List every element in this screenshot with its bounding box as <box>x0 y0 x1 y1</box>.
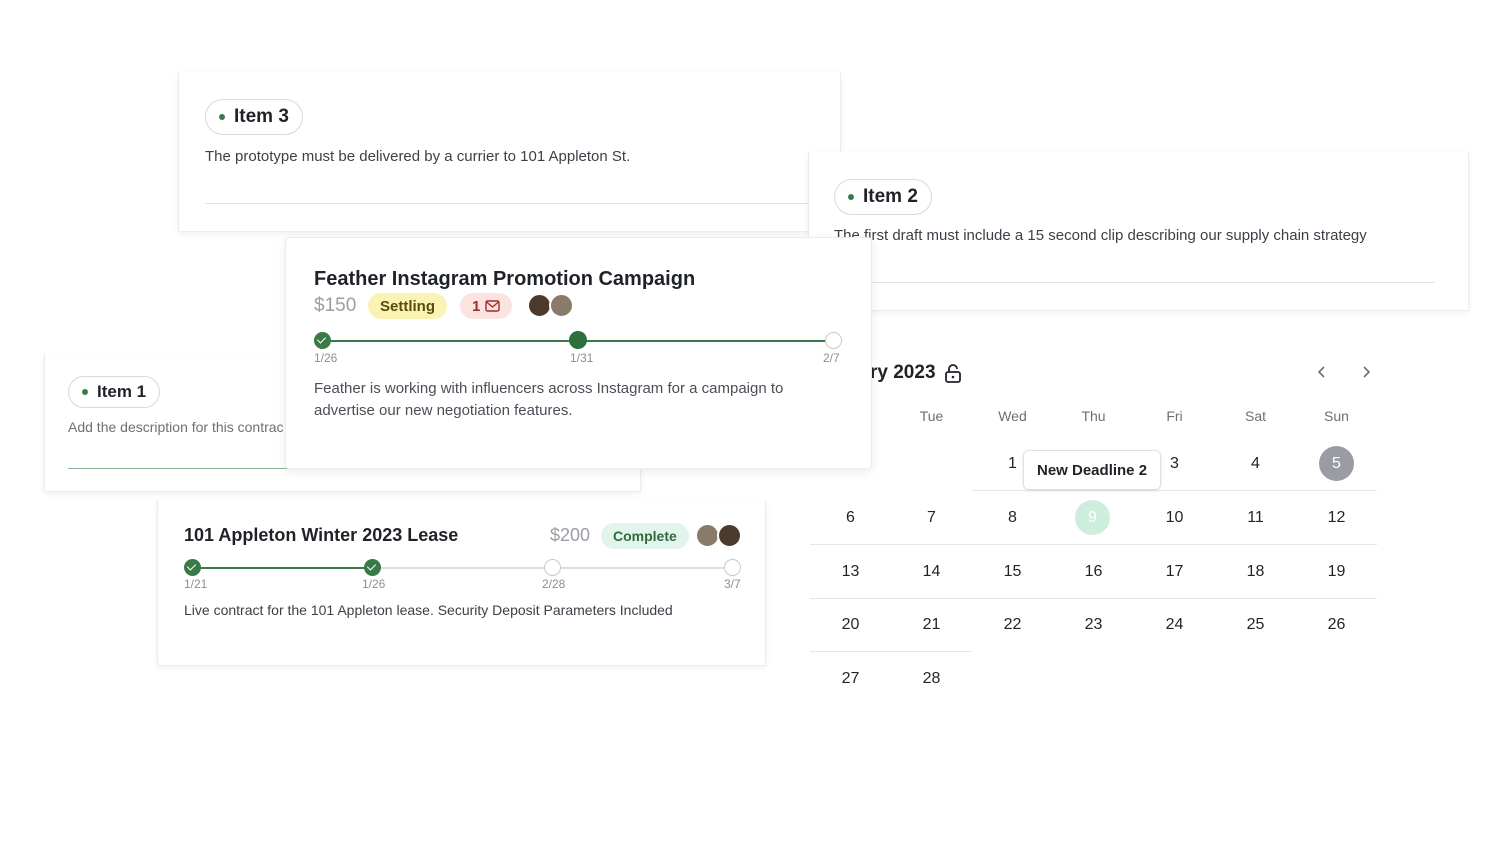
item-1-pill[interactable]: Item 1 <box>68 376 161 408</box>
calendar-day[interactable]: 19 <box>1296 563 1377 581</box>
lease-description: Live contract for the 101 Appleton lease… <box>184 602 673 618</box>
calendar-day[interactable]: 16 <box>1053 563 1134 581</box>
calendar-day[interactable]: 24 <box>1134 616 1215 634</box>
calendar-row-divider <box>972 490 1377 491</box>
campaign-title: Feather Instagram Promotion Campaign <box>314 268 696 290</box>
status-dot-icon <box>82 389 88 395</box>
item-1-input-underline <box>68 468 298 469</box>
milestone-done-icon[interactable] <box>314 332 331 349</box>
item-3-pill[interactable]: Item 3 <box>205 99 303 135</box>
item-2-description[interactable]: The first draft must include a 15 second… <box>834 227 1367 244</box>
status-dot-icon <box>219 114 225 120</box>
calendar-day[interactable]: 27 <box>810 670 891 688</box>
calendar-day[interactable]: 15 <box>972 563 1053 581</box>
calendar: ry 2023 Tue Wed Thu Fri Sat Sun 1 3 4 5 … <box>810 345 1380 705</box>
avatar[interactable] <box>717 523 742 548</box>
calendar-day[interactable]: 12 <box>1296 509 1377 527</box>
calendar-day[interactable]: 6 <box>810 509 891 527</box>
lease-progress-done <box>192 567 372 569</box>
calendar-day[interactable]: 4 <box>1215 455 1296 473</box>
calendar-day[interactable]: 11 <box>1215 509 1296 527</box>
item-3-label: Item 3 <box>234 106 289 127</box>
weekday-tue: Tue <box>919 408 944 424</box>
item-2-card: Item 2 The first draft must include a 15… <box>808 152 1469 311</box>
campaign-card[interactable]: Feather Instagram Promotion Campaign $15… <box>285 237 872 469</box>
deadline-tooltip: New Deadline 2 <box>1023 450 1162 490</box>
milestone-done-icon[interactable] <box>184 559 201 576</box>
milestone-date: 2/7 <box>823 351 840 365</box>
weekday-thu: Thu <box>1081 408 1106 424</box>
mail-icon <box>485 300 501 312</box>
calendar-day-highlighted[interactable]: 9 <box>1075 500 1110 535</box>
lease-title: 101 Appleton Winter 2023 Lease <box>184 525 459 545</box>
lease-card[interactable]: 101 Appleton Winter 2023 Lease $200 Comp… <box>157 500 766 666</box>
milestone-date: 1/26 <box>362 577 386 591</box>
calendar-day[interactable]: 17 <box>1134 563 1215 581</box>
calendar-day[interactable]: 20 <box>810 616 891 634</box>
calendar-day[interactable]: 18 <box>1215 563 1296 581</box>
milestone-date: 1/31 <box>570 351 594 365</box>
status-badge: Settling <box>368 293 447 319</box>
item-3-divider <box>205 203 815 204</box>
milestone-pending-icon[interactable] <box>825 332 842 349</box>
chevron-left-icon[interactable] <box>1315 365 1329 379</box>
milestone-date: 2/28 <box>542 577 566 591</box>
calendar-day[interactable]: 22 <box>972 616 1053 634</box>
lease-price: $200 <box>550 525 591 545</box>
calendar-day[interactable]: 28 <box>891 670 972 688</box>
milestone-pending-icon[interactable] <box>544 559 561 576</box>
item-2-divider <box>834 282 1435 283</box>
campaign-price: $150 <box>314 295 357 316</box>
milestone-date: 1/21 <box>184 577 208 591</box>
item-1-label: Item 1 <box>97 382 147 401</box>
item-2-label: Item 2 <box>863 186 918 207</box>
milestone-current-icon[interactable] <box>569 331 587 349</box>
calendar-row-divider <box>810 598 1377 599</box>
weekday-sun: Sun <box>1324 408 1349 424</box>
calendar-day[interactable]: 13 <box>810 563 891 581</box>
status-dot-icon <box>848 194 854 200</box>
calendar-row-divider <box>810 544 1377 545</box>
milestone-date: 3/7 <box>724 577 741 591</box>
milestone-pending-icon[interactable] <box>724 559 741 576</box>
item-3-description[interactable]: The prototype must be delivered by a cur… <box>205 148 630 165</box>
status-badge: Complete <box>601 523 689 549</box>
calendar-day[interactable]: 25 <box>1215 616 1296 634</box>
calendar-row-divider <box>810 651 972 652</box>
calendar-day[interactable]: 21 <box>891 616 972 634</box>
milestone-date: 1/26 <box>314 351 338 365</box>
item-3-card: Item 3 The prototype must be delivered b… <box>178 72 841 232</box>
calendar-day[interactable]: 7 <box>891 509 972 527</box>
calendar-day[interactable]: 8 <box>972 509 1053 527</box>
weekday-fri: Fri <box>1166 408 1183 424</box>
calendar-day[interactable]: 10 <box>1134 509 1215 527</box>
weekday-wed: Wed <box>998 408 1027 424</box>
weekday-sat: Sat <box>1244 408 1266 424</box>
campaign-description: Feather is working with influencers acro… <box>314 380 784 419</box>
avatar[interactable] <box>549 293 574 318</box>
item-1-description-input[interactable]: Add the description for this contrac <box>68 419 284 435</box>
milestone-done-icon[interactable] <box>364 559 381 576</box>
calendar-day[interactable]: 23 <box>1053 616 1134 634</box>
unlock-icon[interactable] <box>943 363 963 383</box>
chevron-right-icon[interactable] <box>1359 365 1373 379</box>
message-count-badge[interactable]: 1 <box>460 293 513 319</box>
calendar-day[interactable]: 14 <box>891 563 972 581</box>
calendar-day-selected[interactable]: 5 <box>1319 446 1354 481</box>
item-2-pill[interactable]: Item 2 <box>834 179 932 215</box>
calendar-month-label: ry 2023 <box>870 362 936 383</box>
calendar-day[interactable]: 26 <box>1296 616 1377 634</box>
